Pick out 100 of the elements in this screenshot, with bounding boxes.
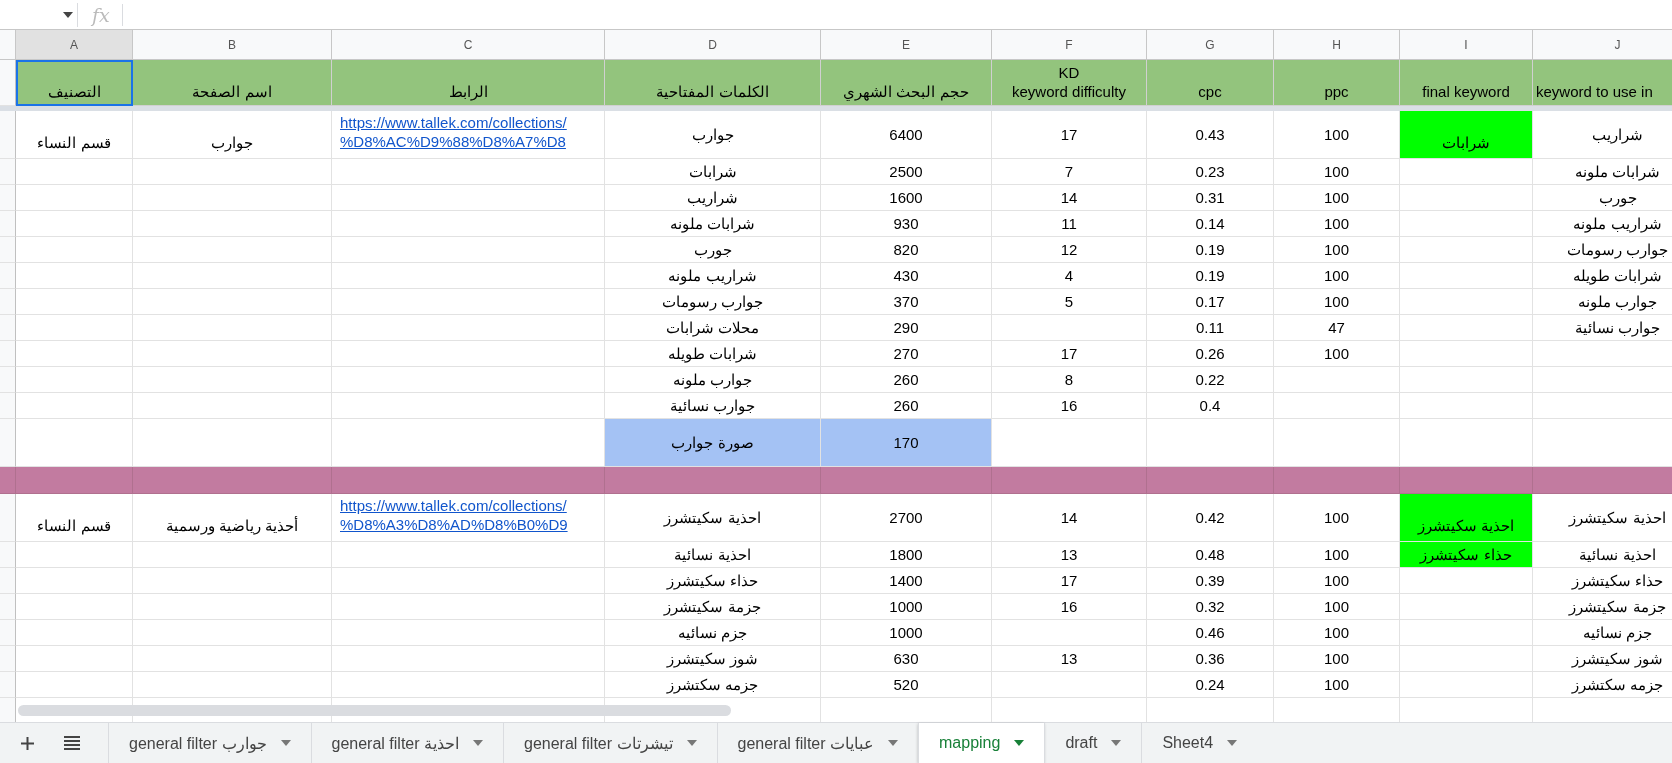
table-cell: 100 bbox=[1274, 568, 1400, 594]
table-cell: 430 bbox=[821, 263, 992, 289]
table-cell: 14 bbox=[992, 494, 1147, 542]
link[interactable]: https://www.tallek.com/collections/ %D8%A3%D8%AD%D8%B0%D9 bbox=[340, 496, 568, 534]
table-cell: 13 bbox=[992, 542, 1147, 568]
table-cell: جورب bbox=[1533, 185, 1672, 211]
column-letter[interactable]: J bbox=[1533, 30, 1672, 60]
table-cell: 17 bbox=[992, 568, 1147, 594]
table-cell: جوارب نسائية bbox=[1533, 315, 1672, 341]
table-cell: 100 bbox=[1274, 111, 1400, 159]
table-cell: 100 bbox=[1274, 185, 1400, 211]
table-cell: 630 bbox=[821, 646, 992, 672]
table-cell: احذية سكيتشرز bbox=[1400, 494, 1533, 542]
column-header[interactable]: cpc bbox=[1147, 60, 1274, 106]
table-cell: 2500 bbox=[821, 159, 992, 185]
table-cell: شرابات طويله bbox=[605, 341, 821, 367]
table-cell: 290 bbox=[821, 315, 992, 341]
sheet-tab[interactable]: general filter تيشرتات bbox=[503, 723, 717, 763]
table-cell: جزمه سكتشرز bbox=[605, 672, 821, 698]
table-cell: 100 bbox=[1274, 289, 1400, 315]
table-cell: 47 bbox=[1274, 315, 1400, 341]
table-cell: جوارب bbox=[605, 111, 821, 159]
table-cell: حذاء سكيتشرز bbox=[1533, 568, 1672, 594]
table-cell: 100 bbox=[1274, 672, 1400, 698]
table-cell: 100 bbox=[1274, 159, 1400, 185]
table-cell: شرابات ملونه bbox=[605, 211, 821, 237]
table-cell: 0.4 bbox=[1147, 393, 1274, 419]
table-cell: جوارب bbox=[133, 111, 332, 159]
table-cell: احذية نسائية bbox=[605, 542, 821, 568]
column-header[interactable]: ppc bbox=[1274, 60, 1400, 106]
column-letter[interactable]: I bbox=[1400, 30, 1533, 60]
table-cell: 0.32 bbox=[1147, 594, 1274, 620]
table-cell: 100 bbox=[1274, 237, 1400, 263]
sheet-tab[interactable]: general filter عبايات bbox=[716, 723, 918, 763]
table-cell: احذية سكيتشرز bbox=[605, 494, 821, 542]
column-header[interactable]: حجم البحث الشهري bbox=[821, 60, 992, 106]
column-letter[interactable]: E bbox=[821, 30, 992, 60]
sheet-tab[interactable]: general filter احذية bbox=[310, 723, 503, 763]
table-cell: 270 bbox=[821, 341, 992, 367]
link[interactable]: https://www.tallek.com/collections/ %D8%AC%D9%88%D8%A7%D8 bbox=[340, 113, 567, 151]
table-cell: أحذية رياضية ورسمية bbox=[133, 494, 332, 542]
table-cell: 100 bbox=[1274, 263, 1400, 289]
table-cell: 13 bbox=[992, 646, 1147, 672]
sheet-tab[interactable]: mapping bbox=[918, 723, 1045, 763]
table-cell: 0.24 bbox=[1147, 672, 1274, 698]
table-cell: 0.39 bbox=[1147, 568, 1274, 594]
table-cell: جوارب رسومات bbox=[605, 289, 821, 315]
table-cell: 0.23 bbox=[1147, 159, 1274, 185]
table-cell: 0.14 bbox=[1147, 211, 1274, 237]
column-letter[interactable]: D bbox=[605, 30, 821, 60]
table-cell: شوز سكيتشرز bbox=[605, 646, 821, 672]
table-cell: 170 bbox=[821, 419, 992, 467]
column-header[interactable]: اسم الصفحة bbox=[133, 60, 332, 106]
column-letter[interactable]: F bbox=[992, 30, 1147, 60]
table-cell: 1000 bbox=[821, 620, 992, 646]
table-cell: 520 bbox=[821, 672, 992, 698]
table-cell: 1400 bbox=[821, 568, 992, 594]
table-cell: شرابات ملونه bbox=[1533, 159, 1672, 185]
table-cell: جوارب ملونه bbox=[605, 367, 821, 393]
table-cell: 0.48 bbox=[1147, 542, 1274, 568]
table-cell: شراريب ملونه bbox=[605, 263, 821, 289]
table-cell: حذاء سكيتشرز bbox=[1400, 542, 1533, 568]
table-cell: 0.22 bbox=[1147, 367, 1274, 393]
sheet-tab[interactable]: general filter جوارب bbox=[108, 723, 311, 763]
table-cell: جزم نسائيه bbox=[605, 620, 821, 646]
table-cell: 0.36 bbox=[1147, 646, 1274, 672]
table-cell: 0.26 bbox=[1147, 341, 1274, 367]
column-letter[interactable]: B bbox=[133, 30, 332, 60]
column-header[interactable]: keyword to use in bbox=[1533, 60, 1672, 106]
table-cell: 0.43 bbox=[1147, 111, 1274, 159]
table-cell: جورب bbox=[605, 237, 821, 263]
table-cell: 100 bbox=[1274, 341, 1400, 367]
table-cell: 14 bbox=[992, 185, 1147, 211]
column-header[interactable]: final keyword bbox=[1400, 60, 1533, 106]
column-header[interactable]: KD keyword difficulty bbox=[992, 60, 1147, 106]
table-cell: جزم نسائيه bbox=[1533, 620, 1672, 646]
table-cell: 8 bbox=[992, 367, 1147, 393]
column-letter[interactable]: G bbox=[1147, 30, 1274, 60]
table-cell: 930 bbox=[821, 211, 992, 237]
table-cell: 100 bbox=[1274, 620, 1400, 646]
column-letter[interactable]: C bbox=[332, 30, 605, 60]
column-letter[interactable]: A bbox=[16, 30, 133, 60]
column-letter[interactable]: H bbox=[1274, 30, 1400, 60]
column-header[interactable]: الرابط bbox=[332, 60, 605, 106]
table-cell: 2700 bbox=[821, 494, 992, 542]
table-cell: 6400 bbox=[821, 111, 992, 159]
table-cell: 0.11 bbox=[1147, 315, 1274, 341]
column-header[interactable]: التصنيف bbox=[16, 60, 133, 106]
table-cell: 0.19 bbox=[1147, 263, 1274, 289]
sheet-tab[interactable]: Sheet4 bbox=[1141, 723, 1258, 763]
table-cell: 4 bbox=[992, 263, 1147, 289]
table-cell: 1000 bbox=[821, 594, 992, 620]
table-cell: 1600 bbox=[821, 185, 992, 211]
table-cell: 0.17 bbox=[1147, 289, 1274, 315]
table-cell: 12 bbox=[992, 237, 1147, 263]
table-cell: 11 bbox=[992, 211, 1147, 237]
table-cell: 100 bbox=[1274, 542, 1400, 568]
table-cell: شرابات طويله bbox=[1533, 263, 1672, 289]
column-header[interactable]: الكلمات المفتاحية bbox=[605, 60, 821, 106]
table-cell: محلات شرابات bbox=[605, 315, 821, 341]
